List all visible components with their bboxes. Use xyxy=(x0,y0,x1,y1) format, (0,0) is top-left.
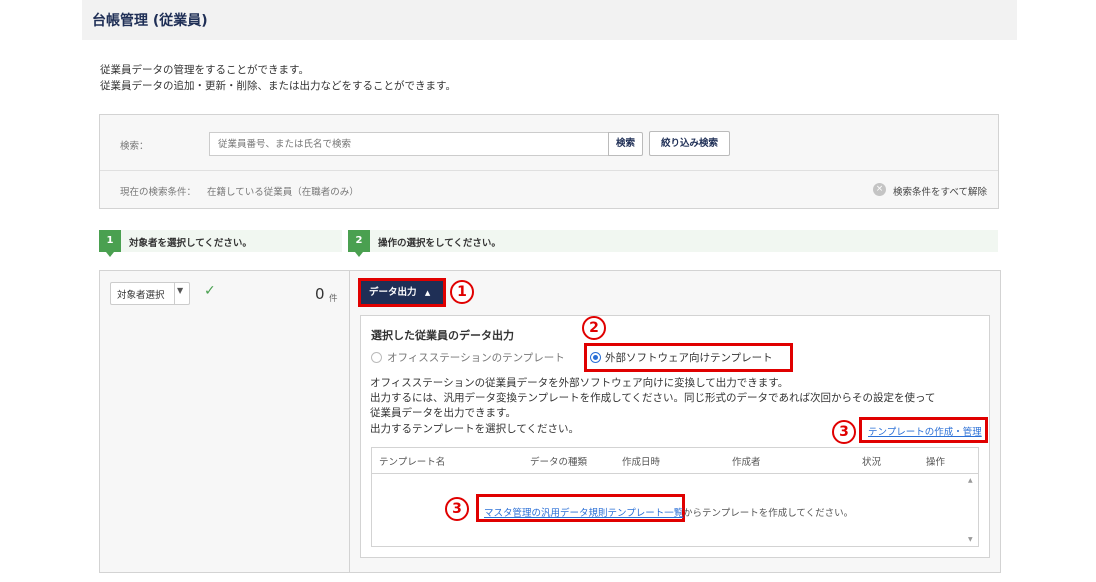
output-info-line4: 出力するテンプレートを選択してください。 xyxy=(370,423,580,435)
search-divider xyxy=(100,170,998,171)
table-header-status: 状況 xyxy=(862,457,882,468)
page-description-line1: 従業員データの管理をすることができます。 xyxy=(100,64,309,76)
radio-office-template[interactable] xyxy=(371,352,382,363)
output-info-line3: 従業員データを出力できます。 xyxy=(370,407,516,419)
narrow-search-button[interactable]: 絞り込み検索 xyxy=(649,131,730,156)
radio-external-template-label[interactable]: 外部ソフトウェア向けテンプレート xyxy=(605,350,773,365)
table-header-data-type: データの種類 xyxy=(530,457,588,468)
clear-conditions-link[interactable]: 検索条件をすべて解除 xyxy=(893,184,987,198)
page-header xyxy=(82,0,1017,40)
table-header-action: 操作 xyxy=(926,457,946,468)
target-select-label: 対象者選択 xyxy=(117,290,165,301)
target-select-separator xyxy=(174,283,175,304)
search-condition-value: 在籍している従業員（在職者のみ） xyxy=(207,187,359,198)
page-description-line2: 従業員データの追加・更新・削除、または出力などをすることができます。 xyxy=(100,80,456,92)
template-manage-link[interactable]: テンプレートの作成・管理 xyxy=(868,424,982,438)
highlight-box-1 xyxy=(358,278,446,307)
page-title: 台帳管理 (従業員) xyxy=(92,13,208,29)
selected-count: 0 xyxy=(315,285,325,303)
output-title: 選択した従業員のデータ出力 xyxy=(371,329,514,342)
check-icon: ✓ xyxy=(204,283,216,299)
master-template-list-link[interactable]: マスタ管理の汎用データ規則テンプレート一覧 xyxy=(484,505,683,519)
step-1-badge: 1 xyxy=(99,230,121,257)
table-header-creator: 作成者 xyxy=(732,457,761,468)
output-info-line1: オフィスステーションの従業員データを外部ソフトウェア向けに変換して出力できます。 xyxy=(370,377,789,389)
scroll-up-icon[interactable]: ▲ xyxy=(968,477,973,484)
annotation-1: 1 xyxy=(450,280,474,304)
table-empty-message: からテンプレートを作成してください。 xyxy=(683,508,854,519)
table-header-created-at: 作成日時 xyxy=(622,457,661,468)
annotation-3b: 3 xyxy=(445,497,469,521)
radio-office-template-label[interactable]: オフィスステーションのテンプレート xyxy=(387,350,565,365)
clear-icon[interactable]: × xyxy=(873,183,886,196)
search-button[interactable]: 検索 xyxy=(608,132,643,156)
selected-count-unit: 件 xyxy=(329,294,338,304)
annotation-3a: 3 xyxy=(832,420,856,444)
radio-external-template[interactable] xyxy=(590,352,601,363)
search-label: 検索： xyxy=(120,141,149,152)
output-info-line2: 出力するには、汎用データ変換テンプレートを作成してください。同じ形式のデータであ… xyxy=(370,392,936,404)
annotation-2: 2 xyxy=(582,316,606,340)
search-input[interactable] xyxy=(209,132,609,156)
search-condition-label: 現在の検索条件： xyxy=(120,187,197,198)
step-2-text: 操作の選択をしてください。 xyxy=(378,238,501,249)
caret-down-icon[interactable]: ▼ xyxy=(177,286,183,295)
main-divider xyxy=(349,271,350,572)
scroll-down-icon[interactable]: ▼ xyxy=(968,536,973,543)
step-1-text: 対象者を選択してください。 xyxy=(129,238,252,249)
table-header-divider xyxy=(372,473,978,474)
step-2-badge: 2 xyxy=(348,230,370,257)
table-header-template-name: テンプレート名 xyxy=(379,457,446,468)
